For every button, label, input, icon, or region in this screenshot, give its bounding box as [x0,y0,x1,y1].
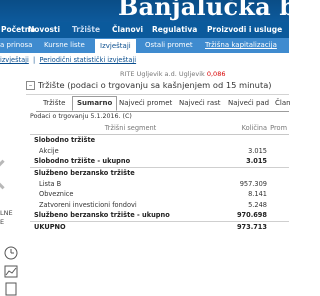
subnav-item-kursne-liste[interactable]: Kursne liste [44,41,85,49]
subnav-item-izvjestaji[interactable]: Izvještaji [95,39,136,53]
row-qty: 3.015 [227,156,267,168]
table-row: Lista B 957.309 [30,178,289,189]
sub-nav: a prinosa Kursne liste Izvještaji Ostali… [0,38,289,53]
table-row: Službeno berzansko tržište - ukupno 970.… [30,210,289,222]
tab-najveci-promet[interactable]: Najveći promet [119,97,172,110]
row-qty [227,167,267,178]
table-row: Obveznice 8.141 [30,189,289,200]
tab-clan[interactable]: Član [275,97,291,110]
row-label: UKUPNO [34,223,66,232]
left-panel-text: LNE E [0,209,13,227]
table-row: Akcije 3.015 [30,146,289,157]
link-periodicni-izvjestaji[interactable]: Periodični statistički izvještaji [39,56,136,64]
nav-item-novosti[interactable]: Novosti [28,25,60,34]
column-header-kolicina[interactable]: Količina [227,121,267,135]
ticker-company[interactable]: RITE Ugljevik a.d. Ugljevik [120,70,205,78]
row-label: Slobodno tržište [34,136,96,145]
document-icon[interactable] [4,282,18,296]
summary-table: Tržišni segment Količina Prom Slobodno t… [30,121,289,232]
link-izvjestaji[interactable]: izvještaji [0,56,29,64]
row-label: Lista B [39,179,62,188]
row-label: Zatvoreni investicioni fondovi [39,200,137,209]
row-label: Slobodno tržište - ukupno [30,156,227,168]
subnav-item-prinosa[interactable]: a prinosa [0,41,32,49]
tab-sumarno[interactable]: Sumarno [72,96,118,111]
subnav-item-ostali-promet[interactable]: Ostali promet [145,41,193,49]
row-qty: 973.713 [236,223,267,232]
tab-najveci-rast[interactable]: Najveći rast [179,97,221,110]
ticker: RITE Ugljevik a.d. Ugljevik 0,086 [120,70,225,78]
column-header-promet[interactable]: Prom [267,121,289,135]
site-title[interactable]: Banjalučka berza [118,0,289,21]
subnav-item-trzisna-kapitalizacija[interactable]: Tržišna kapitalizacija [205,41,277,49]
row-qty: 970.698 [227,210,267,222]
nav-item-regulativa[interactable]: Regulativa [152,25,197,34]
chart-icon[interactable] [4,265,18,279]
nav-item-clanovi[interactable]: Članovi [112,25,143,34]
trading-date-note: Podaci o trgovanju 5.1.2016. (C) [30,113,132,120]
row-label: Obveznice [39,190,74,199]
left-column: LNE E [0,68,20,296]
panel-header: – Tržište (podaci o trgovanju sa kašnjenj… [26,80,289,95]
table-row: UKUPNO 973.713 [30,221,289,232]
main-nav: Početna Novosti Tržište Članovi Regulati… [0,22,289,38]
breadcrumb-links: izvještaji | Periodični statistički izvj… [0,56,137,64]
row-qty [227,135,267,146]
ticker-value: 0,086 [206,70,226,78]
table-row: Zatvoreni investicioni fondovi 5.248 [30,200,289,211]
nav-item-trziste[interactable]: Tržište [72,25,100,34]
tab-najveci-pad[interactable]: Najveći pad [228,97,269,110]
nav-item-proizvodi[interactable]: Proizvodi i usluge [207,25,282,34]
table-row: Službeno berzansko tržište [30,167,289,178]
row-qty: 957.309 [239,179,267,188]
table-header-row: Tržišni segment Količina Prom [30,121,289,135]
tab-bar: Tržište Sumarno Najveći promet Najveći r… [36,96,291,112]
row-label: Službeno berzansko tržište [34,169,135,178]
row-qty: 8.141 [248,190,267,199]
tab-trziste[interactable]: Tržište [43,97,65,110]
left-panel-line: E [0,218,5,226]
chevron-left-icon[interactable] [0,159,18,190]
row-qty: 5.248 [248,200,267,209]
row-label: Akcije [39,146,59,155]
panel-title: Tržište (podaci o trgovanju sa kašnjenje… [38,80,272,90]
table-row: Slobodno tržište - ukupno 3.015 [30,156,289,168]
row-qty: 3.015 [248,146,267,155]
left-panel-line: LNE [0,209,13,217]
clock-icon[interactable] [4,246,18,260]
row-label: Službeno berzansko tržište - ukupno [30,210,227,222]
table-row: Slobodno tržište [30,135,289,146]
site-header: Banjalučka berza [0,0,289,22]
column-header-segment[interactable]: Tržišni segment [30,121,227,135]
expand-icon[interactable]: – [26,81,35,90]
